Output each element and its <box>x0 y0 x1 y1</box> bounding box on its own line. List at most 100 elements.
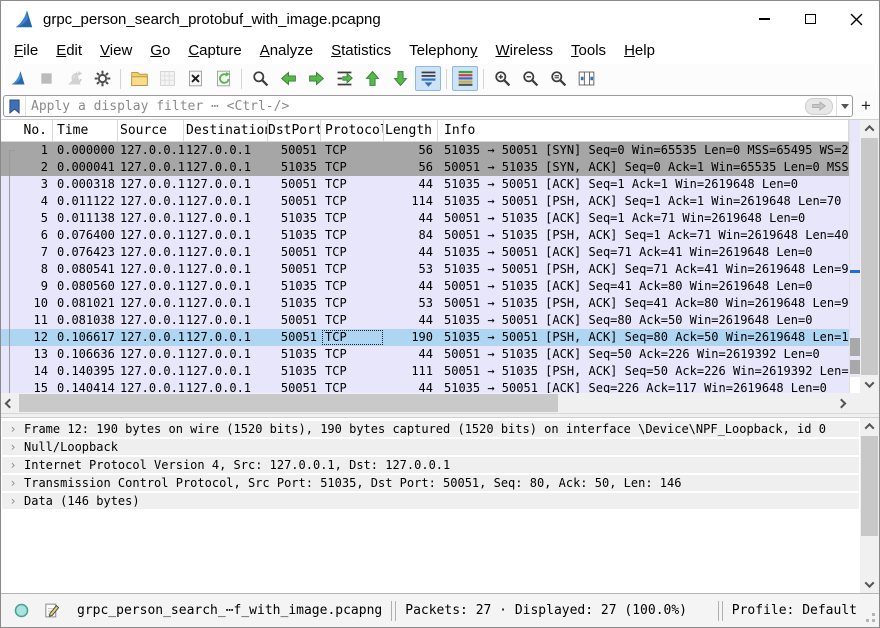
capture-options-button[interactable] <box>89 66 115 91</box>
packet-row-12[interactable]: 120.106617127.0.0.1127.0.0.150051TCP1905… <box>1 329 849 346</box>
column-header-destination[interactable]: Destination <box>184 120 268 141</box>
details-scroll-down-button[interactable] <box>860 576 879 593</box>
filter-bookmark-button[interactable] <box>4 96 26 116</box>
main-toolbar <box>1 64 879 93</box>
cell: 51035 <box>268 278 321 295</box>
detail-row-2[interactable]: ›Internet Protocol Version 4, Src: 127.0… <box>2 457 859 473</box>
details-vscrollbar[interactable] <box>860 418 879 593</box>
first-packet-button[interactable] <box>359 66 385 91</box>
start-capture-button[interactable] <box>5 66 31 91</box>
vscrollbar-thumb[interactable] <box>861 138 878 375</box>
previous-packet-button[interactable] <box>275 66 301 91</box>
expander-chevron-icon[interactable]: › <box>2 476 24 490</box>
detail-row-1[interactable]: ›Null/Loopback <box>2 439 859 455</box>
status-filename[interactable]: grpc_person_search_⋯f_with_image.pcapng <box>77 603 382 618</box>
packet-row-10[interactable]: 100.081021127.0.0.1127.0.0.151035TCP5350… <box>1 295 849 312</box>
status-profile[interactable]: Profile: Default <box>732 603 857 618</box>
colorize-button[interactable] <box>452 66 478 91</box>
cell: 127.0.0.1 <box>184 210 268 227</box>
cell: TCP <box>321 312 384 329</box>
menu-capture[interactable]: Capture <box>179 39 250 62</box>
menu-edit[interactable]: Edit <box>47 39 91 62</box>
details-scroll-up-button[interactable] <box>860 418 879 435</box>
last-packet-button[interactable] <box>387 66 413 91</box>
open-file-button[interactable] <box>126 66 152 91</box>
cell: 51035 → 50051 [SYN] Seq=0 Win=65535 Len=… <box>438 142 849 159</box>
cell: 51035 <box>268 295 321 312</box>
column-header-dstport[interactable]: DstPort <box>268 120 321 141</box>
maximize-button[interactable] <box>787 4 833 34</box>
scroll-right-button[interactable] <box>833 400 850 407</box>
expander-chevron-icon[interactable]: › <box>2 494 24 508</box>
colorize-icon <box>456 69 475 88</box>
column-header-no[interactable]: No. <box>1 120 53 141</box>
packet-row-11[interactable]: 110.081038127.0.0.1127.0.0.150051TCP4451… <box>1 312 849 329</box>
apply-filter-button[interactable] <box>805 98 833 115</box>
normal-size-button[interactable] <box>545 66 571 91</box>
cell: TCP <box>321 329 384 346</box>
scroll-up-button[interactable] <box>860 120 879 137</box>
zoom-out-button[interactable] <box>517 66 543 91</box>
packet-row-8[interactable]: 80.080541127.0.0.1127.0.0.150051TCP53510… <box>1 261 849 278</box>
cell: 114 <box>384 193 438 210</box>
packet-row-1[interactable]: 10.000000127.0.0.1127.0.0.150051TCP56510… <box>1 142 849 159</box>
menu-view[interactable]: View <box>91 39 141 62</box>
resize-grip[interactable] <box>861 608 875 622</box>
zoom-in-button[interactable] <box>489 66 515 91</box>
packet-row-9[interactable]: 90.080560127.0.0.1127.0.0.151035TCP44500… <box>1 278 849 295</box>
packet-row-7[interactable]: 70.076423127.0.0.1127.0.0.150051TCP44510… <box>1 244 849 261</box>
resize-columns-button[interactable] <box>573 66 599 91</box>
packet-list-vscrollbar[interactable] <box>860 120 879 393</box>
packet-row-5[interactable]: 50.011138127.0.0.1127.0.0.151035TCP44500… <box>1 210 849 227</box>
reload-file-button[interactable] <box>210 66 236 91</box>
cell: 190 <box>384 329 438 346</box>
menu-tools[interactable]: Tools <box>562 39 615 62</box>
close-file-button[interactable] <box>182 66 208 91</box>
find-packet-button[interactable] <box>247 66 273 91</box>
packet-row-13[interactable]: 130.106636127.0.0.1127.0.0.151035TCP4450… <box>1 346 849 363</box>
close-button[interactable] <box>833 4 879 34</box>
menu-statistics[interactable]: Statistics <box>322 39 400 62</box>
packet-row-4[interactable]: 40.011122127.0.0.1127.0.0.150051TCP11451… <box>1 193 849 210</box>
detail-row-3[interactable]: ›Transmission Control Protocol, Src Port… <box>2 475 859 491</box>
filter-bar: Apply a display filter ⋯ <Ctrl-/> + <box>1 93 879 119</box>
menu-go[interactable]: Go <box>141 39 179 62</box>
menu-telephony[interactable]: Telephony <box>400 39 486 62</box>
expander-chevron-icon[interactable]: › <box>2 440 24 454</box>
menu-help[interactable]: Help <box>615 39 664 62</box>
filter-history-dropdown[interactable] <box>836 96 852 116</box>
hscrollbar-thumb[interactable] <box>19 394 558 412</box>
expander-chevron-icon[interactable]: › <box>2 458 24 472</box>
cell: 44 <box>384 176 438 193</box>
minimize-button[interactable] <box>741 4 787 34</box>
packet-row-14[interactable]: 140.140395127.0.0.1127.0.0.151035TCP1115… <box>1 363 849 380</box>
column-header-info[interactable]: Info <box>438 120 849 141</box>
menu-analyze[interactable]: Analyze <box>251 39 322 62</box>
detail-row-0[interactable]: ›Frame 12: 190 bytes on wire (1520 bits)… <box>2 421 859 437</box>
column-header-time[interactable]: Time <box>53 120 118 141</box>
packet-row-3[interactable]: 30.000318127.0.0.1127.0.0.150051TCP44510… <box>1 176 849 193</box>
scroll-down-button[interactable] <box>860 376 879 393</box>
display-filter-input[interactable]: Apply a display filter ⋯ <Ctrl-/> <box>3 95 853 117</box>
menu-file[interactable]: File <box>5 39 47 62</box>
add-filter-button-button[interactable]: + <box>857 96 875 116</box>
column-header-protocol[interactable]: Protocol <box>321 120 384 141</box>
packet-list-hscrollbar[interactable] <box>1 393 879 413</box>
packet-row-6[interactable]: 60.076400127.0.0.1127.0.0.151035TCP84500… <box>1 227 849 244</box>
auto-scroll-button[interactable] <box>415 66 441 91</box>
next-packet-button[interactable] <box>303 66 329 91</box>
cell: 127.0.0.1 <box>184 380 268 393</box>
expert-info-button[interactable] <box>9 599 33 623</box>
packet-row-15[interactable]: 150.140414127.0.0.1127.0.0.150051TCP4451… <box>1 380 849 393</box>
details-scrollbar-thumb[interactable] <box>861 436 878 536</box>
column-header-length[interactable]: Length <box>384 120 438 141</box>
capture-comment-button[interactable] <box>39 599 63 623</box>
packet-row-2[interactable]: 20.000041127.0.0.1127.0.0.151035TCP56500… <box>1 159 849 176</box>
column-header-source[interactable]: Source <box>118 120 184 141</box>
detail-row-4[interactable]: ›Data (146 bytes) <box>2 493 859 509</box>
scroll-left-button[interactable] <box>1 400 18 407</box>
go-to-packet-button[interactable] <box>331 66 357 91</box>
cell: 51035 <box>268 346 321 363</box>
expander-chevron-icon[interactable]: › <box>2 422 24 436</box>
menu-wireless[interactable]: Wireless <box>487 39 563 62</box>
